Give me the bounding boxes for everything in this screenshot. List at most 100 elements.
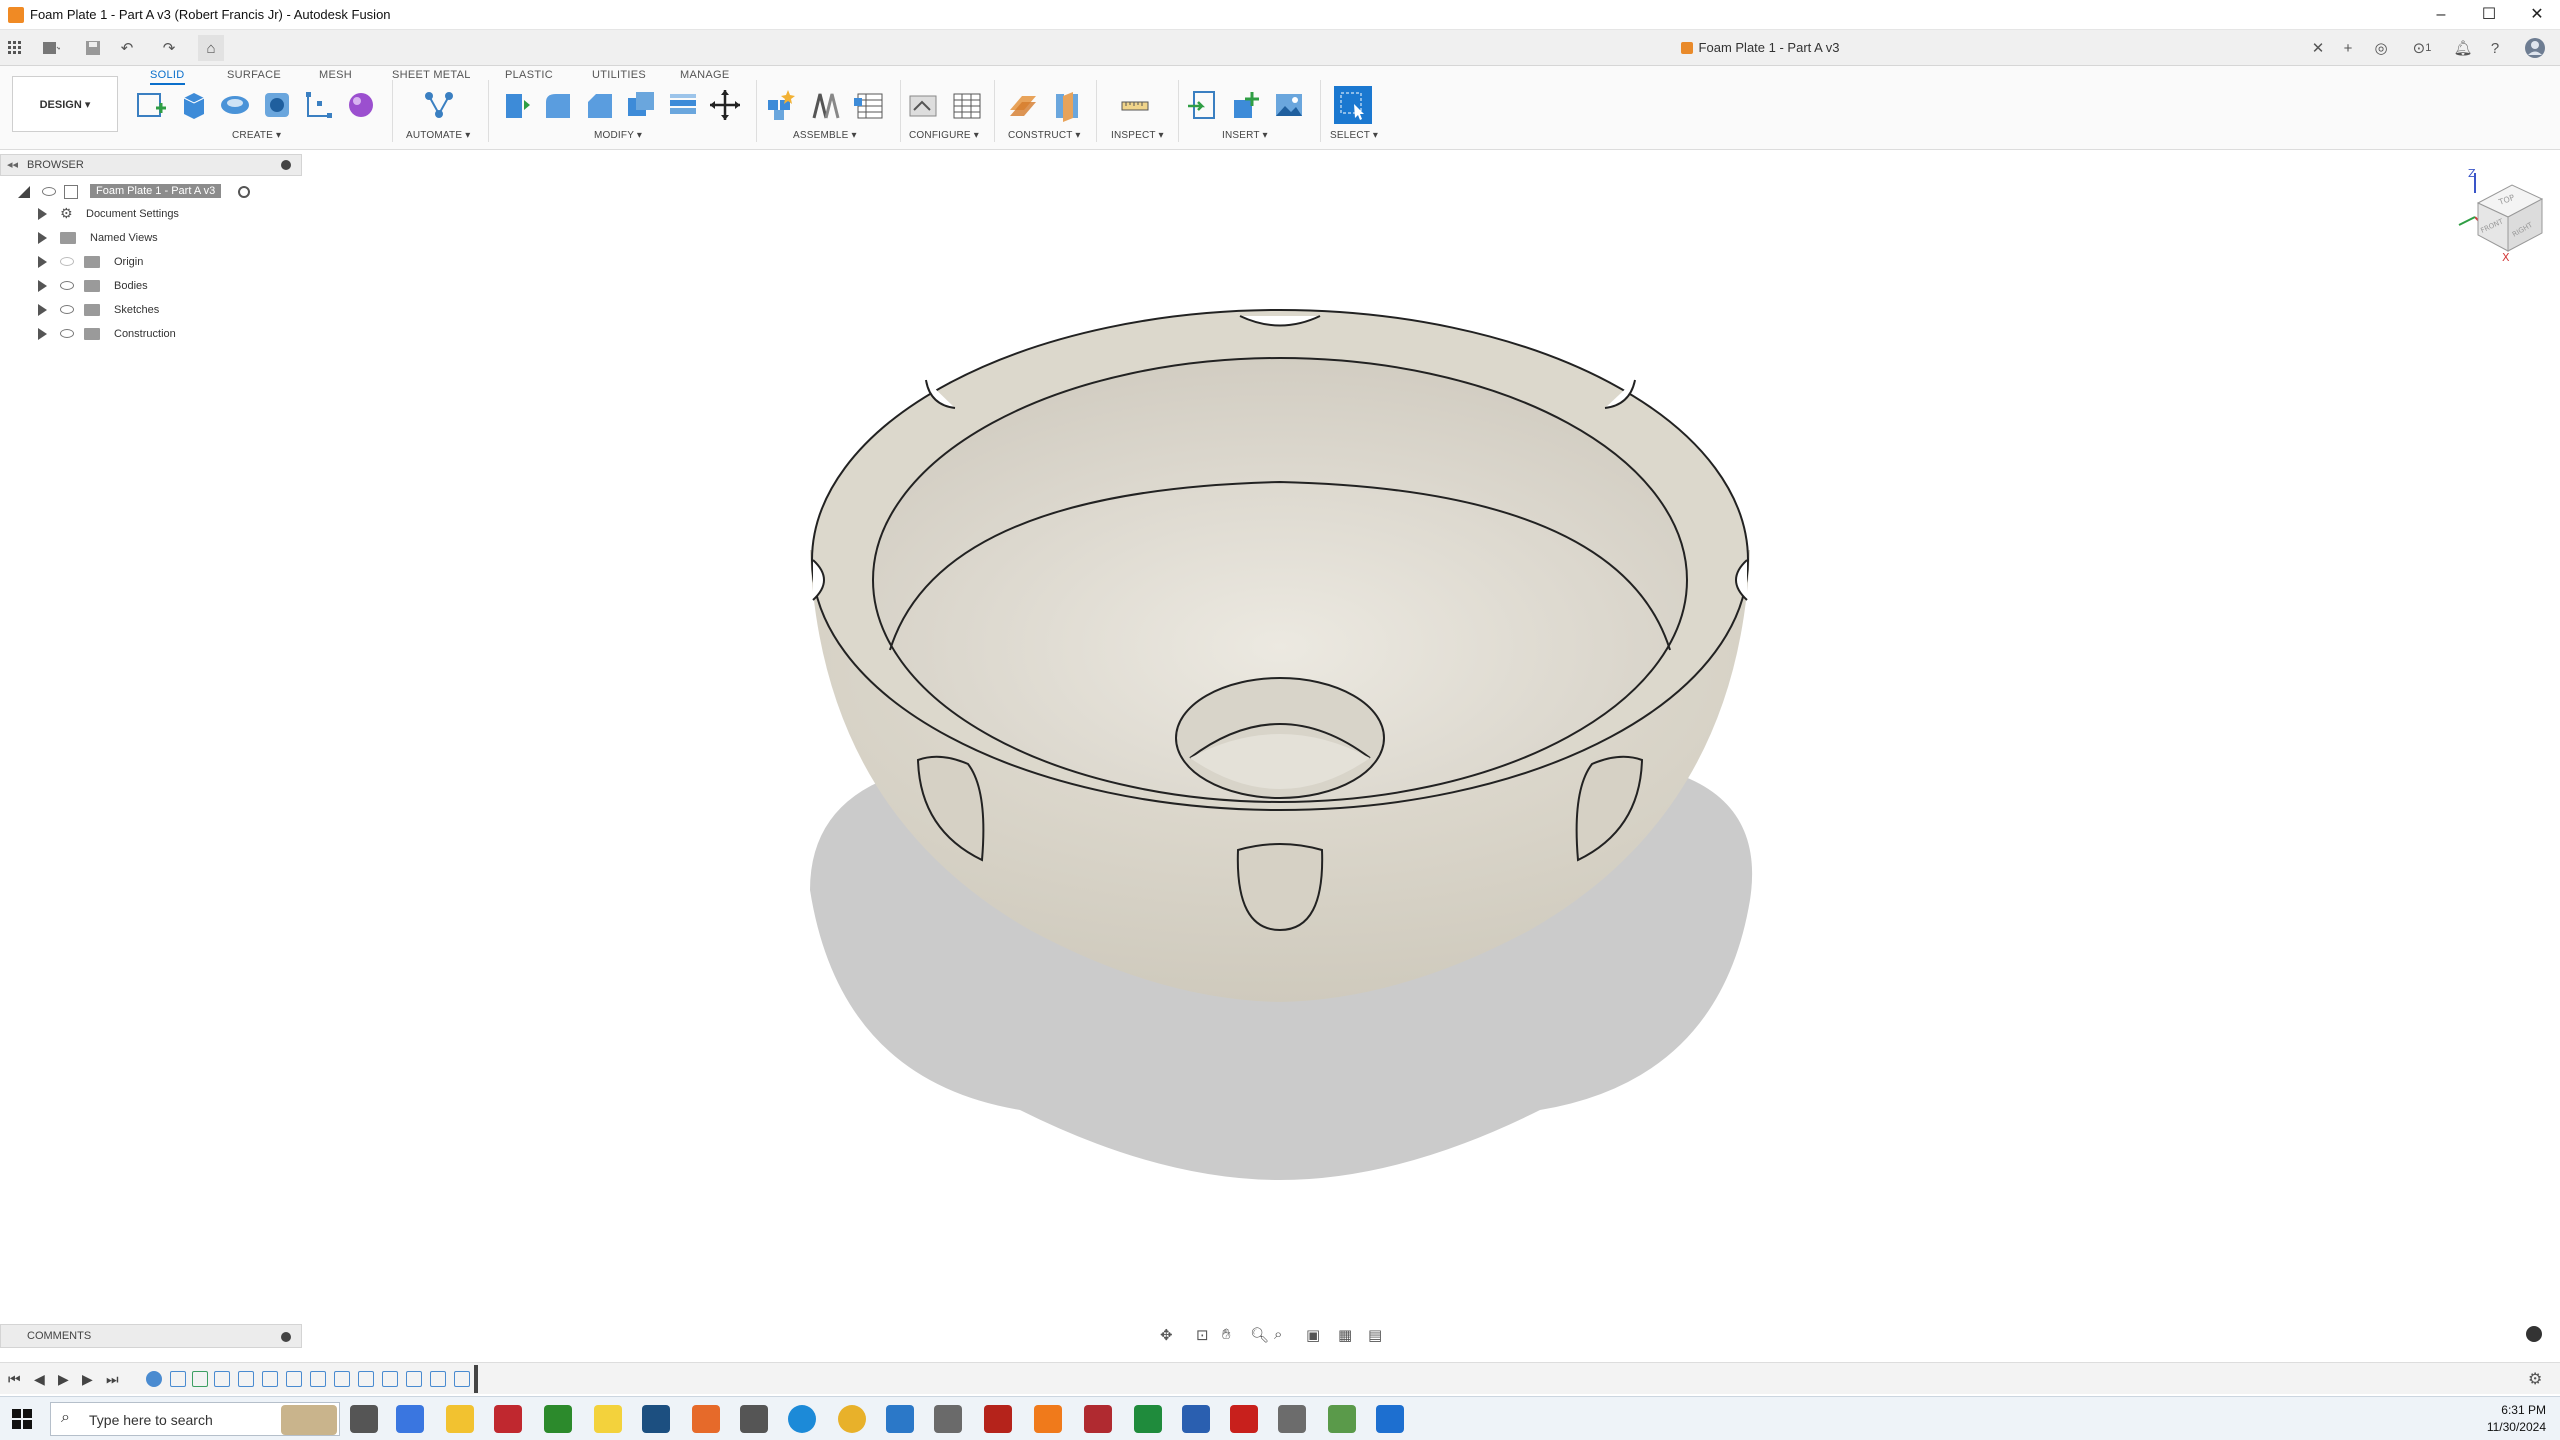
step-back-icon[interactable]: ◀: [34, 1371, 45, 1388]
offset-plane-icon[interactable]: [1004, 86, 1042, 124]
form-icon[interactable]: [342, 86, 380, 124]
tab-utilities[interactable]: UTILITIES: [592, 69, 646, 81]
chrome-icon[interactable]: [838, 1405, 866, 1433]
modify-menu[interactable]: MODIFY ▾: [594, 130, 642, 141]
add-comment-icon[interactable]: [281, 1332, 291, 1342]
joint-icon[interactable]: [806, 86, 844, 124]
expand-icon[interactable]: [38, 208, 47, 220]
hidden-visibility-icon[interactable]: [60, 257, 74, 266]
app-plant-icon[interactable]: [1328, 1405, 1356, 1433]
inspect-menu[interactable]: INSPECT ▾: [1111, 130, 1164, 141]
minimize-button[interactable]: –: [2418, 0, 2464, 30]
new-component-icon[interactable]: [762, 86, 800, 124]
comments-panel[interactable]: COMMENTS: [0, 1324, 302, 1348]
app-red-icon[interactable]: [1084, 1405, 1112, 1433]
redo-icon[interactable]: ↷: [156, 35, 182, 61]
insert-mesh-icon[interactable]: [1228, 86, 1266, 124]
file-menu-icon[interactable]: [38, 35, 64, 61]
acrobat-icon[interactable]: [1230, 1405, 1258, 1433]
calculator-icon[interactable]: [1278, 1405, 1306, 1433]
go-to-end-icon[interactable]: ⏭: [106, 1371, 119, 1388]
fit-icon[interactable]: ⌕: [1274, 1326, 1282, 1343]
go-to-start-icon[interactable]: ⏮: [8, 1371, 21, 1388]
display-settings-icon[interactable]: ▣: [1306, 1326, 1320, 1344]
timeline-feature[interactable]: [430, 1371, 446, 1387]
apps-grid-icon[interactable]: [2, 35, 28, 61]
app-sheet-icon[interactable]: [1134, 1405, 1162, 1433]
windows-start-icon[interactable]: [12, 1409, 32, 1434]
maximize-button[interactable]: ☐: [2466, 0, 2512, 30]
tab-plastic[interactable]: PLASTIC: [505, 69, 553, 81]
browser-item-bodies[interactable]: Bodies: [0, 275, 302, 297]
shell-icon[interactable]: [622, 86, 660, 124]
word-icon[interactable]: [1182, 1405, 1210, 1433]
tab-sheet-metal[interactable]: SHEET METAL: [392, 69, 471, 81]
hole-icon[interactable]: [258, 86, 296, 124]
firefox-icon[interactable]: [692, 1405, 720, 1433]
browser-item-construction[interactable]: Construction: [0, 323, 302, 345]
user-avatar[interactable]: [2522, 35, 2548, 61]
timeline-feature[interactable]: [238, 1371, 254, 1387]
browser-root[interactable]: Foam Plate 1 - Part A v3: [0, 181, 302, 203]
expand-icon[interactable]: [38, 256, 47, 268]
timeline-feature[interactable]: [406, 1371, 422, 1387]
move-copy-icon[interactable]: [706, 86, 744, 124]
task-view-icon[interactable]: [350, 1405, 378, 1433]
step-forward-icon[interactable]: ▶: [82, 1371, 93, 1388]
fusion-taskbar-icon[interactable]: [1034, 1405, 1062, 1433]
browser-panel-header[interactable]: ◂◂ BROWSER: [0, 154, 302, 176]
browser-item-document-settings[interactable]: ⚙ Document Settings: [0, 203, 302, 225]
close-tab-icon[interactable]: ✕: [2305, 35, 2331, 61]
assemble-menu[interactable]: ASSEMBLE ▾: [793, 130, 857, 141]
visibility-icon[interactable]: [60, 329, 74, 338]
undo-icon[interactable]: ↶: [114, 35, 140, 61]
grid-settings-icon[interactable]: ▦: [1338, 1326, 1352, 1344]
close-window-button[interactable]: ✕: [2514, 0, 2560, 30]
workspace-switcher[interactable]: DESIGN ▾: [12, 76, 118, 132]
select-menu[interactable]: SELECT ▾: [1330, 130, 1378, 141]
filezilla-icon[interactable]: [984, 1405, 1012, 1433]
press-pull-icon[interactable]: [496, 86, 534, 124]
timeline-feature[interactable]: [170, 1371, 186, 1387]
insert-menu[interactable]: INSERT ▾: [1222, 130, 1268, 141]
app-network-icon[interactable]: [934, 1405, 962, 1433]
revolve-icon[interactable]: [216, 86, 254, 124]
orbit-icon[interactable]: ✥: [1160, 1326, 1173, 1344]
create-sketch-icon[interactable]: [132, 86, 170, 124]
automate-menu[interactable]: AUTOMATE ▾: [406, 130, 470, 141]
timeline-feature[interactable]: [146, 1371, 162, 1387]
app-es-icon[interactable]: [494, 1405, 522, 1433]
canvas-icon[interactable]: [1270, 86, 1308, 124]
file-explorer-icon[interactable]: [446, 1405, 474, 1433]
play-icon[interactable]: ▶: [58, 1371, 69, 1388]
pattern-icon[interactable]: [300, 86, 338, 124]
expand-icon[interactable]: [38, 328, 47, 340]
browser-item-named-views[interactable]: Named Views: [0, 227, 302, 249]
app-box-icon[interactable]: [642, 1405, 670, 1433]
visibility-icon[interactable]: [60, 281, 74, 290]
document-tab[interactable]: Foam Plate 1 - Part A v3: [1160, 35, 2360, 61]
chamfer-icon[interactable]: [580, 86, 618, 124]
tab-mesh[interactable]: MESH: [319, 69, 352, 81]
notifications-icon[interactable]: 🔔︎: [2450, 35, 2476, 61]
app-c-icon[interactable]: [1376, 1405, 1404, 1433]
pan-icon[interactable]: ✋︎: [1222, 1326, 1231, 1343]
timeline-feature[interactable]: [262, 1371, 278, 1387]
configure-icon[interactable]: [904, 86, 942, 124]
viewcube[interactable]: TOP FRONT RIGHT Z X: [2440, 165, 2550, 275]
fillet-icon[interactable]: [538, 86, 576, 124]
copilot-icon[interactable]: [396, 1405, 424, 1433]
expand-icon[interactable]: [38, 280, 47, 292]
browser-item-origin[interactable]: Origin: [0, 251, 302, 273]
extrude-icon[interactable]: [174, 86, 212, 124]
timeline-settings-icon[interactable]: ⚙: [2528, 1369, 2542, 1389]
timeline-feature[interactable]: [334, 1371, 350, 1387]
timeline-marker[interactable]: [474, 1365, 478, 1393]
midplane-icon[interactable]: [1048, 86, 1086, 124]
timeline-feature[interactable]: [358, 1371, 374, 1387]
expand-icon[interactable]: [38, 232, 47, 244]
activate-radio-icon[interactable]: [238, 186, 250, 198]
create-menu[interactable]: CREATE ▾: [232, 130, 281, 141]
insert-derive-icon[interactable]: [1184, 86, 1222, 124]
home-icon[interactable]: ⌂: [198, 35, 224, 61]
